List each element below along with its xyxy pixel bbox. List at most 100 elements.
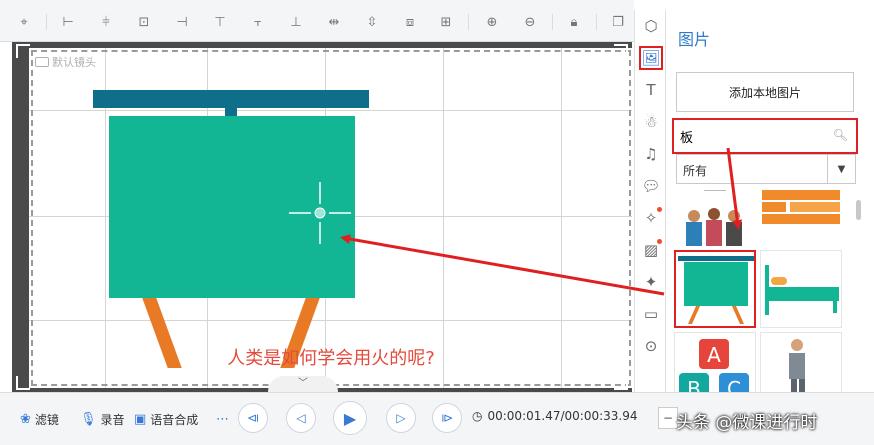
filter-button[interactable]: ❀ 滤镜 (20, 409, 59, 429)
filter-label: 滤镜 (34, 412, 59, 427)
minus-icon: − (662, 411, 674, 425)
gallery-scrollbar[interactable] (856, 200, 861, 220)
businessman-image (789, 339, 805, 392)
grid-line (29, 110, 632, 111)
next-scene-button[interactable]: ⧐ (432, 403, 462, 433)
thumbnail-abc-blocks[interactable]: A B C (674, 332, 756, 392)
filter-selected-value: 所有 (683, 164, 708, 178)
text-icon[interactable]: T (639, 78, 663, 102)
subtitle-text[interactable]: 人类是如何学会用火的呢? (29, 344, 632, 370)
people-image (686, 190, 742, 246)
thumbnail-businessman[interactable] (760, 332, 842, 392)
camera-label-text: 默认镜头 (52, 56, 96, 69)
magic-wand-icon[interactable]: ✦ (639, 270, 663, 294)
align-left-icon[interactable]: ⊢ (58, 12, 78, 32)
image-icon: 🖼︎ (641, 49, 661, 67)
step-forward-button[interactable]: ▷ (386, 403, 416, 433)
grid-line (443, 48, 444, 388)
category-filter-select[interactable]: 所有 ▼ (676, 154, 856, 184)
play-icon: ▶ (343, 408, 357, 428)
search-icon[interactable]: 🔍︎ (833, 128, 848, 142)
zoom-out-icon[interactable]: ⊖ (520, 12, 540, 32)
new-badge (657, 207, 662, 212)
search-input[interactable] (680, 126, 830, 146)
step-forward-icon: ▷ (396, 411, 406, 425)
play-button[interactable]: ▶ (333, 401, 367, 435)
timecode-text: 00:00:01.47/00:00:33.94 (487, 409, 638, 423)
align-vcenter-icon[interactable]: ⫟ (248, 12, 268, 32)
music-icon[interactable]: ♫ (639, 142, 663, 166)
microphone-icon: 🎙︎ (80, 411, 97, 427)
new-badge (657, 239, 662, 244)
top-toolbar: ⌖ ⊢ ⫩ ⊡ ⊣ ⊤ ⫟ ⊥ ⇹ ⇳ ⧈ ⊞ ⊕ ⊖ 🔒︎ ❐ (0, 0, 634, 42)
record-label: 录音 (100, 412, 125, 427)
crosshair-icon[interactable] (289, 182, 351, 244)
canvas[interactable]: 默认镜头 人类是如何学会用火的呢? (29, 48, 632, 388)
stage-area: 默认镜头 人类是如何学会用火的呢? (12, 42, 632, 392)
align-top-icon[interactable]: ⊤ (210, 12, 230, 32)
thumbnail-bed[interactable] (760, 250, 842, 328)
align-grid-icon[interactable]: ⊞ (436, 12, 456, 32)
distribute-h-icon[interactable]: ⇹ (324, 12, 344, 32)
tts-label: 语音合成 (150, 412, 199, 427)
more-options-button[interactable]: ⋯ (216, 409, 229, 429)
bed-image (765, 265, 839, 315)
svg-text:B: B (687, 377, 701, 392)
frame-corner (614, 44, 628, 58)
align-bottom-icon[interactable]: ⊥ (286, 12, 306, 32)
lock-select-icon[interactable]: ⌖ (14, 12, 34, 32)
frame-corner (16, 376, 30, 390)
tts-button[interactable]: ▣ 语音合成 (134, 409, 198, 429)
svg-text:C: C (727, 377, 741, 392)
align-hcenter-icon[interactable]: ⫩ (96, 12, 116, 32)
character-icon[interactable]: ☃ (639, 110, 663, 134)
thumbnail-orange-board[interactable] (760, 190, 842, 246)
watermark: 头条 @微课进行时 (676, 413, 818, 433)
grid-line (561, 48, 562, 388)
timeline-zoom-out-button[interactable]: − (658, 407, 678, 429)
image-panel: 图片 添加本地图片 🔍︎ 所有 ▼ (666, 10, 874, 392)
camera-label: 默认镜头 (35, 54, 96, 70)
search-box: 🔍︎ (672, 118, 858, 154)
filter-icon: ❀ (20, 411, 31, 427)
step-back-button[interactable]: ◁ (286, 403, 316, 433)
more-icon[interactable]: ⊙ (639, 334, 663, 358)
frame-corner (614, 376, 628, 390)
element-toolbar: ⬡ 🖼︎ T ☃ ♫ 💬︎ ✧ ▨ ✦ ▭ ⊙ (634, 10, 666, 392)
svg-text:A: A (707, 343, 721, 367)
prev-scene-icon: ⧏ (247, 411, 259, 425)
prev-scene-button[interactable]: ⧏ (238, 403, 268, 433)
special-effect-icon[interactable]: ✧ (639, 206, 663, 230)
align-right-icon[interactable]: ⊣ (172, 12, 192, 32)
image-tool-button[interactable]: 🖼︎ (639, 46, 663, 70)
align-box-icon[interactable]: ⊡ (134, 12, 154, 32)
tts-icon: ▣ (134, 411, 147, 427)
panel-title: 图片 (678, 30, 711, 49)
record-button[interactable]: 🎙︎ 录音 (80, 409, 125, 429)
photo-icon[interactable]: ▨ (639, 238, 663, 262)
zoom-in-icon[interactable]: ⊕ (482, 12, 502, 32)
abc-blocks-image: A B C (679, 339, 749, 392)
bubble-icon[interactable]: 💬︎ (639, 174, 663, 198)
copy-icon[interactable]: ❐ (608, 12, 628, 32)
shapes-icon[interactable]: ⬡ (639, 14, 663, 38)
thumbnail-people[interactable] (674, 190, 756, 246)
timecode: ◷ 00:00:01.47/00:00:33.94 (472, 409, 637, 423)
next-scene-icon: ⧐ (441, 411, 453, 425)
thumbnail-blackboard[interactable] (674, 250, 756, 328)
blackboard-thumb-image (678, 256, 754, 324)
chevron-down-icon: ﹀ (298, 378, 308, 389)
distribute-v-icon[interactable]: ⇳ (362, 12, 382, 32)
lock-icon[interactable]: 🔒︎ (564, 12, 584, 32)
toolbar-divider (552, 14, 553, 30)
dropdown-arrow-icon[interactable]: ▼ (827, 155, 855, 183)
distribute-icon[interactable]: ⧈ (400, 12, 420, 32)
orange-board-image (762, 190, 840, 224)
collapse-timeline-button[interactable]: ﹀ (268, 376, 338, 392)
grid-line (29, 320, 632, 321)
toolbar-divider (468, 14, 469, 30)
toolbar-divider (596, 14, 597, 30)
folder-icon[interactable]: ▭ (639, 302, 663, 326)
camera-icon (35, 57, 49, 67)
add-local-image-button[interactable]: 添加本地图片 (676, 72, 854, 112)
